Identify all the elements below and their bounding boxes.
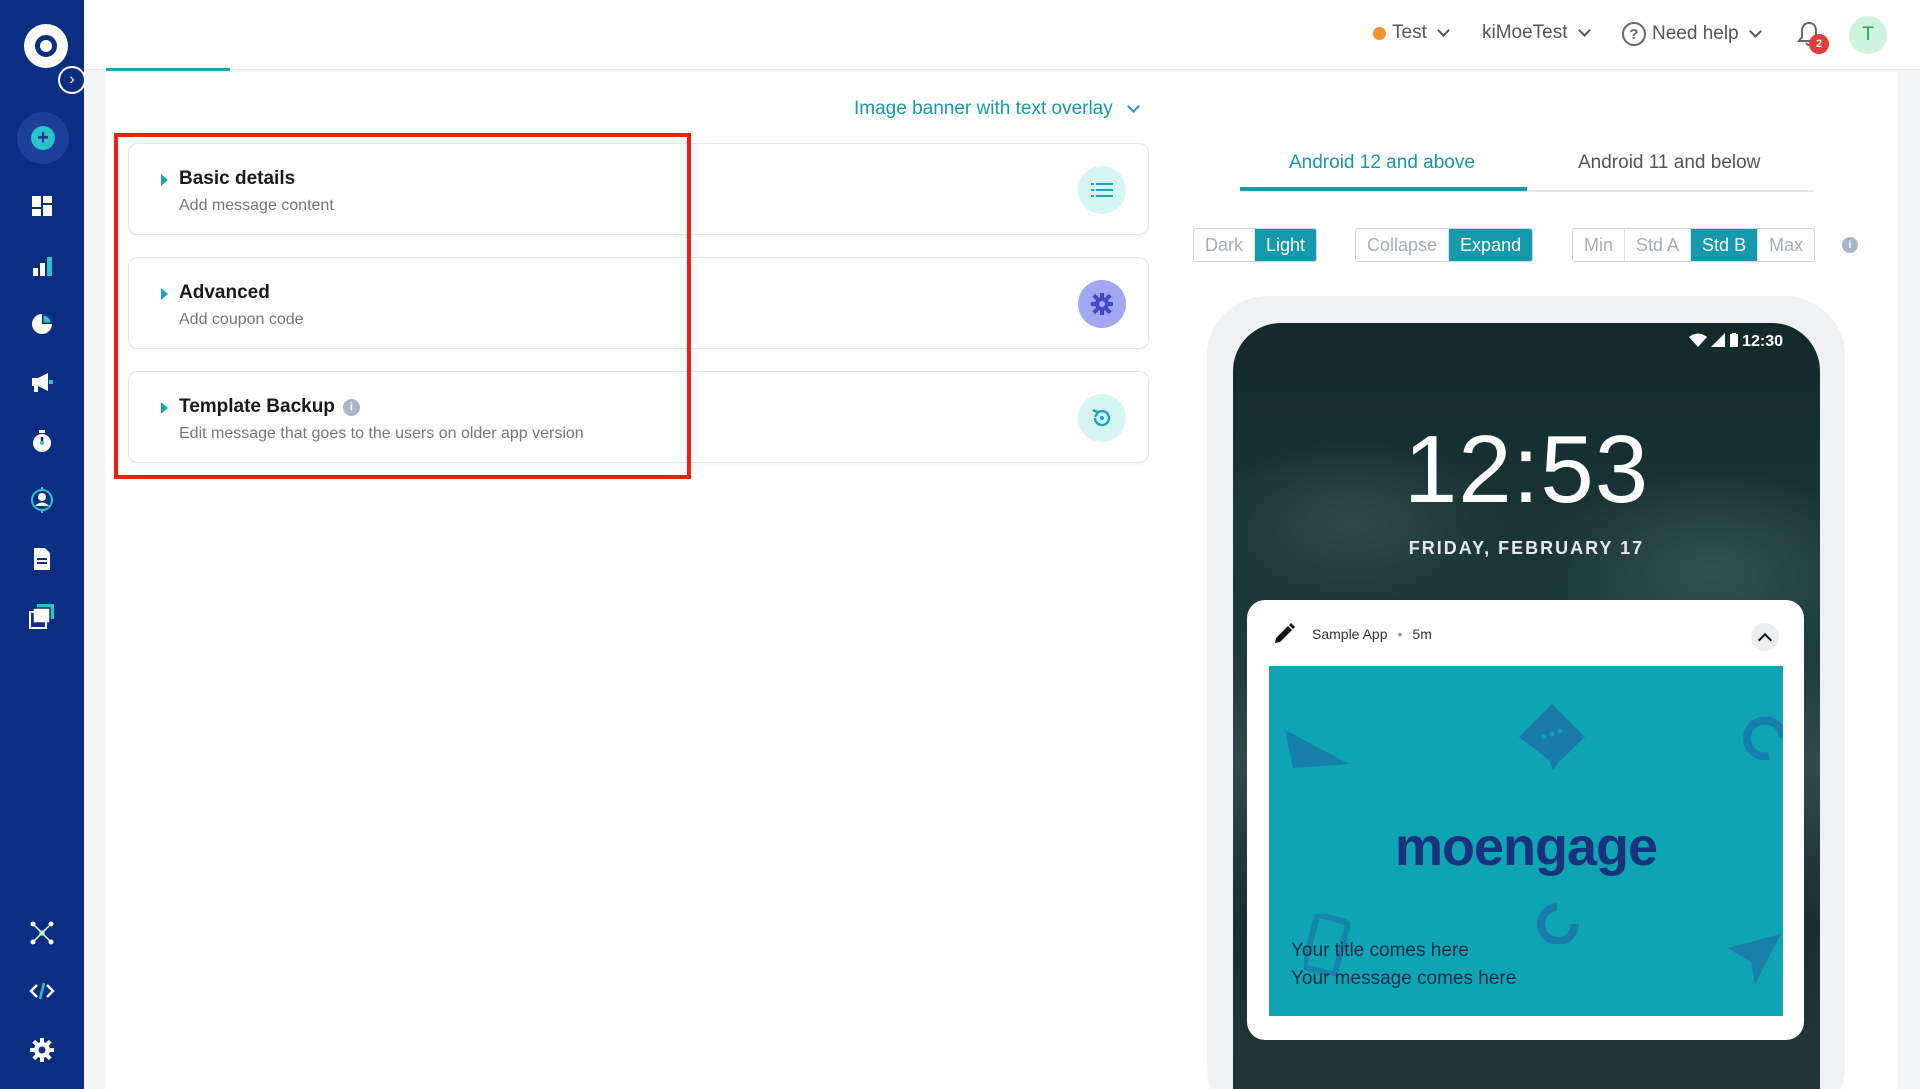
state-collapse-option[interactable]: Collapse — [1356, 229, 1450, 261]
collapse-notification-button[interactable] — [1751, 623, 1779, 651]
lockscreen-date: FRIDAY, FEBRUARY 17 — [1408, 538, 1645, 558]
wifi-icon — [1688, 333, 1707, 347]
notification-message: Your message comes here — [1291, 968, 1517, 989]
environment-status-icon — [1373, 26, 1386, 40]
template-type-dropdown[interactable]: Image banner with text overlay — [854, 98, 1140, 120]
active-step-indicator — [106, 68, 230, 71]
document-icon[interactable] — [26, 543, 58, 575]
size-min-option[interactable]: Min — [1573, 229, 1626, 261]
environment-selector[interactable]: Test — [1373, 22, 1450, 44]
lockscreen-clock: 12:53 — [1403, 416, 1650, 523]
megaphone-icon[interactable] — [26, 366, 58, 398]
state-toggle: Collapse Expand — [1355, 228, 1534, 262]
notification-age: 5m — [1412, 626, 1432, 642]
notification-image-banner: moengage Your title comes here Your mess… — [1269, 666, 1783, 1016]
code-icon[interactable] — [26, 975, 58, 1007]
gear-icon[interactable] — [1078, 280, 1126, 328]
logo-icon[interactable] — [24, 24, 68, 68]
template-type-label: Image banner with text overlay — [854, 98, 1113, 119]
brand-logo: moengage — [1394, 817, 1658, 877]
tab-android-11[interactable]: Android 11 and below — [1578, 152, 1760, 174]
highlight-box — [114, 133, 691, 479]
ring-icon — [1743, 716, 1783, 760]
theme-dark-option[interactable]: Dark — [1194, 229, 1256, 261]
chevron-down-icon — [1436, 24, 1450, 37]
size-std-b-option[interactable]: Std B — [1691, 229, 1759, 261]
help-icon: ? — [1622, 22, 1646, 46]
paper-plane-icon — [1285, 730, 1349, 768]
notification-header: Sample App • 5m — [1272, 622, 1432, 646]
paper-plane-icon — [1727, 934, 1781, 984]
signal-icon — [1711, 333, 1726, 347]
integrations-icon[interactable] — [26, 917, 58, 949]
theme-toggle: Dark Light — [1193, 228, 1318, 262]
restore-icon[interactable] — [1078, 394, 1126, 442]
theme-light-option[interactable]: Light — [1255, 229, 1317, 261]
chevron-down-icon — [1577, 24, 1591, 37]
active-tab-underline — [1240, 187, 1527, 191]
chevron-up-icon — [1757, 632, 1773, 647]
stopwatch-icon[interactable] — [26, 425, 58, 457]
battery-icon — [1729, 333, 1738, 347]
pie-chart-icon[interactable] — [26, 308, 58, 340]
state-expand-option[interactable]: Expand — [1449, 229, 1533, 261]
pencil-icon — [1275, 623, 1295, 643]
user-avatar[interactable]: T — [1849, 16, 1887, 54]
environment-label: Test — [1392, 22, 1427, 43]
media-library-icon[interactable] — [26, 600, 58, 632]
dashboard-icon[interactable] — [26, 190, 58, 222]
notification-title: Your title comes here — [1291, 940, 1469, 961]
help-menu[interactable]: ? Need help — [1622, 22, 1762, 46]
settings-icon[interactable] — [26, 1034, 58, 1066]
chevron-down-icon — [1748, 25, 1762, 38]
notification-count-badge: 2 — [1809, 34, 1829, 54]
tab-android-12[interactable]: Android 12 and above — [1289, 152, 1475, 174]
expand-sidebar-icon[interactable]: › — [58, 66, 86, 94]
user-target-icon[interactable] — [26, 484, 58, 516]
status-time: 12:30 — [1742, 333, 1783, 350]
workspace-selector[interactable]: kiMoeTest — [1482, 22, 1591, 44]
sidebar: › + — [0, 0, 86, 1089]
help-label: Need help — [1652, 23, 1739, 44]
workspace-label: kiMoeTest — [1482, 22, 1568, 43]
create-campaign-button[interactable]: + — [17, 112, 69, 164]
preview-tabs: Android 12 and above Android 11 and belo… — [1240, 140, 1813, 192]
app-name: Sample App — [1312, 626, 1388, 642]
info-icon[interactable]: i — [1842, 237, 1858, 253]
separator: • — [1397, 626, 1403, 642]
list-icon[interactable] — [1078, 166, 1126, 214]
chevron-down-icon — [1126, 100, 1140, 113]
phone-status-bar: 12:30 — [1453, 333, 1783, 351]
size-max-option[interactable]: Max — [1758, 229, 1815, 261]
analytics-icon[interactable] — [26, 250, 58, 282]
size-std-a-option[interactable]: Std A — [1625, 229, 1692, 261]
size-toggle: Min Std A Std B Max — [1572, 228, 1816, 262]
ring-icon — [1537, 903, 1579, 944]
chat-bubble-icon — [1519, 704, 1585, 770]
